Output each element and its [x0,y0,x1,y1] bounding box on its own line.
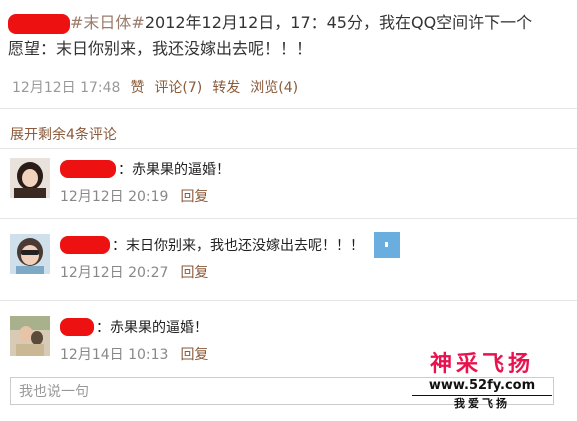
like-button[interactable]: 赞 [130,77,144,97]
watermark-url: www.52fy.com [428,378,536,393]
expand-comments-link[interactable]: 展开剩余4条评论 [10,124,117,144]
post-text: #末日体#2012年12月12日，17：45分，我在QQ空间许下一个 愿望：末日… [8,10,568,62]
divider [0,300,577,301]
comment-time: 12月12日 20:27 [60,265,169,281]
views-link[interactable]: 浏览(4) [250,77,298,97]
post-line-2: 愿望：末日你别来，我还没嫁出去呢！！！ [8,39,313,58]
redacted-username [60,236,110,254]
post-meta-row: 12月12日 17:48 赞 评论(7) 转发 浏览(4) [12,77,298,97]
divider [0,108,577,109]
comment-button[interactable]: 评论(7) [154,77,202,97]
reply-button[interactable]: 回复 [180,344,208,364]
watermark-subtitle: 我爱飞扬 [454,397,510,410]
post-time: 12月12日 17:48 [12,80,121,96]
avatar[interactable] [10,316,50,356]
watermark-logo: 神采飞扬 www.52fy.com 我爱飞扬 [402,352,562,411]
redacted-username [60,160,116,178]
comment-time: 12月12日 20:19 [60,189,169,205]
comment-text: ：赤果果的逼婚！ [96,320,208,336]
watermark-title: 神采飞扬 [429,352,534,377]
forward-button[interactable]: 转发 [212,77,240,97]
avatar[interactable] [10,234,50,274]
divider [0,218,577,219]
comment-time: 12月14日 10:13 [60,347,169,363]
emoji-icon [374,232,400,258]
redacted-username [60,318,94,336]
avatar[interactable] [10,158,50,198]
comment-text: ：末日你别来，我也还没嫁出去呢！！！ [112,238,364,254]
divider [0,148,577,149]
reply-button[interactable]: 回复 [180,262,208,282]
divider [412,395,552,396]
post-line-1: 2012年12月12日，17：45分，我在QQ空间许下一个 [144,13,533,32]
comment-text: ：赤果果的逼婚！ [118,162,230,178]
hashtag-link[interactable]: #末日体# [70,13,145,32]
reply-button[interactable]: 回复 [180,186,208,206]
redacted-username [8,13,70,34]
